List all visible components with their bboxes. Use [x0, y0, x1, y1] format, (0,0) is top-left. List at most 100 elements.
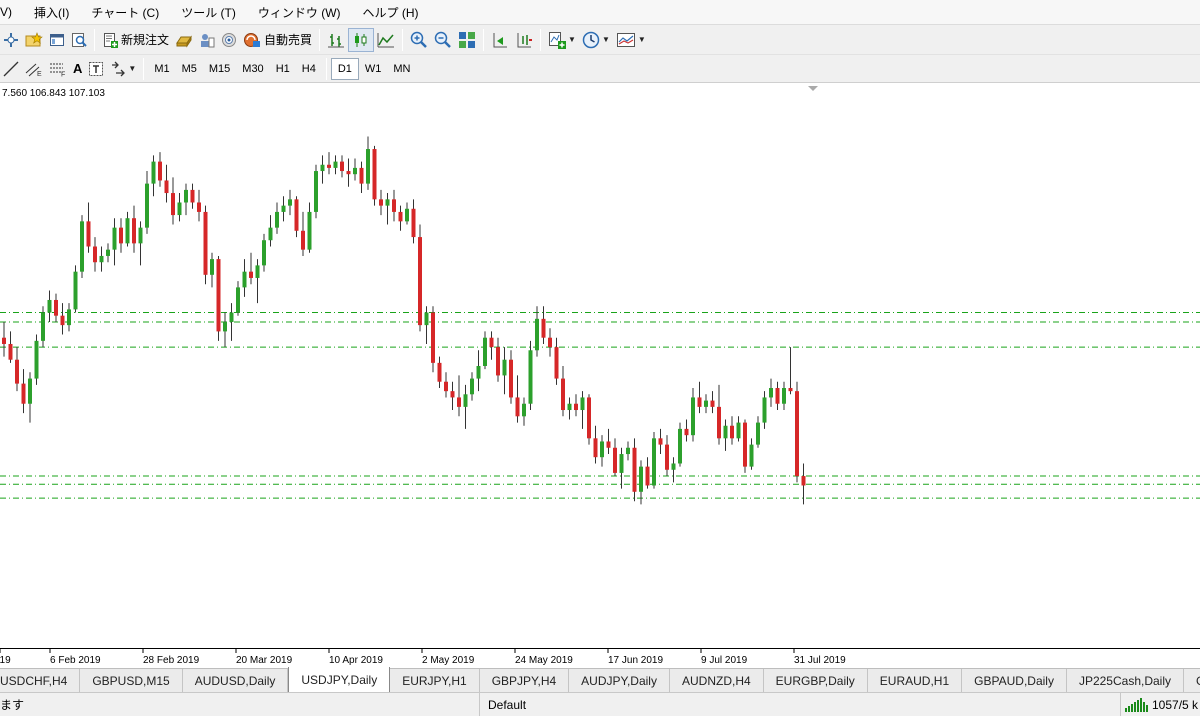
- candle: [528, 340, 533, 411]
- bull-candle-body: [210, 259, 214, 275]
- bull-candle-body: [41, 312, 45, 341]
- chart-tab[interactable]: EURJPY,H1: [390, 669, 480, 692]
- crosshair-move-button[interactable]: [0, 28, 22, 52]
- periodicity-button[interactable]: ▼: [579, 28, 613, 52]
- candle-chart-button[interactable]: [348, 27, 375, 52]
- candle: [567, 397, 572, 420]
- indicators-button[interactable]: ▼: [545, 28, 579, 52]
- chevron-down-icon[interactable]: ▼: [568, 35, 576, 44]
- timeframe-h1[interactable]: H1: [270, 58, 296, 80]
- chart-tab[interactable]: EURGBP,Daily: [764, 669, 868, 692]
- window-icon: [50, 33, 64, 46]
- text-button[interactable]: A: [70, 57, 85, 81]
- candle: [574, 394, 578, 417]
- person-chart-icon: [201, 33, 215, 47]
- candle: [580, 391, 585, 429]
- chart-tab[interactable]: JP225Cash,Daily: [1067, 669, 1184, 692]
- tile-windows-button[interactable]: [455, 28, 479, 52]
- chart-tab[interactable]: USDJPY,Daily: [288, 667, 391, 692]
- market-watch-button[interactable]: [172, 28, 196, 52]
- menu-insert[interactable]: 挿入(I): [24, 4, 81, 21]
- channel-icon: E: [25, 63, 42, 77]
- zoom-in-button[interactable]: [407, 28, 431, 52]
- text-label-button[interactable]: [85, 57, 107, 81]
- chevron-down-icon[interactable]: ▼: [602, 35, 610, 44]
- fibonacci-button[interactable]: F: [46, 57, 70, 81]
- chart-tab[interactable]: GBPUSD,M15: [80, 669, 183, 692]
- candle: [775, 381, 780, 411]
- chevron-down-icon[interactable]: ▼: [638, 35, 646, 44]
- candle: [496, 337, 500, 382]
- zoom-out-button[interactable]: [431, 28, 455, 52]
- chart-tab[interactable]: GOL: [1184, 669, 1200, 692]
- menu-chart[interactable]: チャート (C): [81, 4, 171, 21]
- menu-window[interactable]: ウィンドウ (W): [248, 4, 353, 21]
- new-order-button[interactable]: 新規注文: [99, 28, 172, 52]
- timeframe-m5[interactable]: M5: [176, 58, 203, 80]
- chart-tab[interactable]: AUDUSD,Daily: [183, 669, 289, 692]
- candle: [463, 384, 468, 429]
- signals-button[interactable]: [218, 28, 240, 52]
- timeframe-m1[interactable]: M1: [148, 58, 175, 80]
- autoscroll-icon: [493, 32, 508, 47]
- candle: [262, 233, 266, 272]
- candle: [353, 158, 357, 181]
- menu-view[interactable]: V): [0, 5, 24, 19]
- candle: [86, 202, 91, 253]
- chart-tab[interactable]: GBPAUD,Daily: [962, 669, 1067, 692]
- chart-tab[interactable]: USDCHF,H4: [0, 669, 81, 692]
- candle: [535, 306, 539, 357]
- bull-candle-body: [255, 265, 260, 278]
- candle: [249, 252, 253, 285]
- data-window-button[interactable]: [68, 28, 90, 52]
- candle: [600, 435, 604, 467]
- date-tick-label: 10 Apr 2019: [329, 655, 383, 666]
- chart-shift-marker[interactable]: [808, 86, 818, 91]
- timeframe-m15[interactable]: M15: [203, 58, 236, 80]
- strategy-tester-button[interactable]: [196, 28, 218, 52]
- bull-candle-body: [177, 202, 182, 216]
- equidistant-channel-button[interactable]: E: [22, 57, 46, 81]
- candle: [307, 202, 312, 253]
- candle: [762, 391, 767, 429]
- bear-candle-body: [392, 199, 396, 212]
- arrows-button[interactable]: ▼: [107, 57, 139, 81]
- chart-tab[interactable]: EURAUD,H1: [868, 669, 963, 692]
- timeframe-d1[interactable]: D1: [330, 57, 359, 80]
- favorites-button[interactable]: [22, 28, 46, 52]
- chart-tab[interactable]: GBPJPY,H4: [480, 669, 570, 692]
- menu-tools[interactable]: ツール (T): [171, 4, 248, 21]
- candle: [723, 419, 728, 451]
- timeframe-h4[interactable]: H4: [296, 58, 322, 80]
- status-connection[interactable]: 1057/5 k: [1120, 693, 1200, 716]
- candle: [509, 350, 513, 404]
- trendline-button[interactable]: [0, 57, 22, 81]
- date-tick-label: 9 Jul 2019: [701, 655, 748, 666]
- status-profile[interactable]: Default: [480, 693, 1120, 716]
- bull-candle-body: [619, 454, 624, 473]
- bear-candle-body: [450, 391, 455, 398]
- candle: [489, 331, 494, 360]
- price-chart[interactable]: 7.560 106.843 107.103: [0, 82, 1200, 648]
- line-chart-button[interactable]: [374, 28, 398, 52]
- timeframe-m30[interactable]: M30: [236, 58, 269, 80]
- clock-icon: [582, 31, 600, 48]
- timeframe-mn[interactable]: MN: [387, 58, 416, 80]
- zoom-in-icon: [410, 31, 427, 48]
- chevron-down-icon[interactable]: ▼: [128, 64, 136, 73]
- auto-trading-button[interactable]: 自動売買: [240, 28, 315, 52]
- timeframe-w1[interactable]: W1: [359, 58, 388, 80]
- traffic-readout: 1057/5 k: [1152, 697, 1199, 712]
- bear-candle-body: [21, 383, 26, 404]
- chart-shift-button[interactable]: [512, 28, 536, 52]
- chart-tab[interactable]: AUDNZD,H4: [670, 669, 764, 692]
- templates-button[interactable]: ▼: [613, 28, 649, 52]
- candle: [281, 196, 286, 222]
- candle: [15, 347, 19, 392]
- bar-chart-button[interactable]: [324, 28, 348, 52]
- bull-candle-body: [106, 249, 110, 256]
- navigator-button[interactable]: [46, 28, 68, 52]
- menu-help[interactable]: ヘルプ (H): [353, 4, 431, 21]
- autoscroll-button[interactable]: [488, 28, 512, 52]
- chart-tab[interactable]: AUDJPY,Daily: [569, 669, 670, 692]
